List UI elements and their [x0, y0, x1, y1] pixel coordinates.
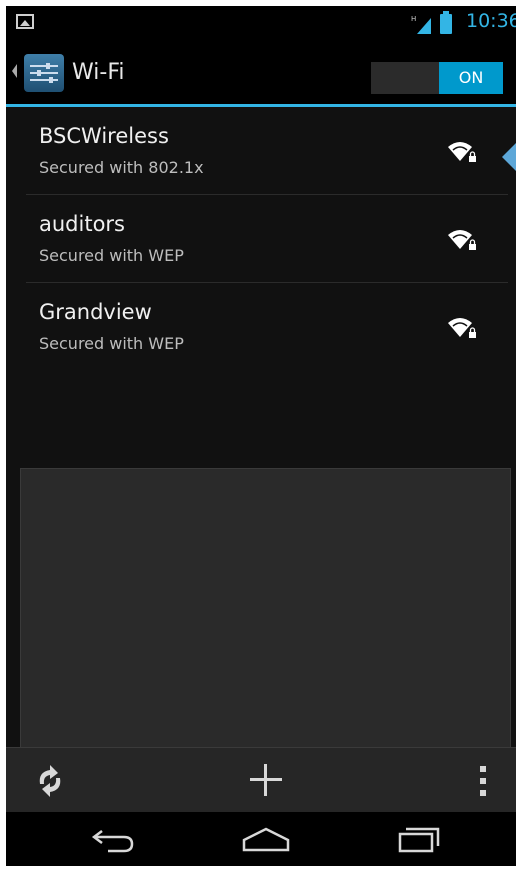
refresh-icon[interactable] [32, 764, 68, 798]
page-title: Wi-Fi [72, 60, 125, 85]
network-name: BSCWireless [39, 124, 169, 148]
status-time: 10:36 [466, 10, 516, 32]
wifi-locked-icon [448, 230, 476, 250]
network-type-label: H [411, 15, 416, 23]
wifi-locked-icon [448, 142, 476, 162]
bottom-action-bar [6, 747, 516, 812]
settings-app-icon[interactable] [24, 54, 64, 92]
up-chevron-icon[interactable] [12, 64, 17, 78]
navigation-bar [6, 812, 516, 866]
status-bar: H 10:36 [6, 6, 516, 40]
wifi-toggle-on-label: ON [439, 62, 503, 94]
network-item[interactable]: BSCWireless Secured with 802.1x [6, 107, 516, 194]
back-icon[interactable] [90, 826, 138, 854]
network-name: Grandview [39, 300, 152, 324]
overflow-menu-icon[interactable] [478, 765, 488, 797]
network-list: BSCWireless Secured with 802.1x auditors… [6, 107, 516, 824]
action-bar: Wi-Fi ON [6, 40, 516, 107]
wifi-toggle[interactable]: ON [371, 62, 503, 94]
network-security: Secured with 802.1x [39, 158, 204, 177]
network-security: Secured with WEP [39, 334, 184, 353]
wifi-locked-icon [448, 318, 476, 338]
network-security: Secured with WEP [39, 246, 184, 265]
signal-icon: H [411, 15, 431, 34]
add-icon[interactable] [248, 762, 284, 798]
screen: H 10:36 Wi-Fi ON BSCWireless Secured wit… [6, 6, 516, 866]
selected-indicator [502, 143, 516, 171]
gallery-icon [16, 14, 34, 29]
network-item[interactable]: auditors Secured with WEP [6, 195, 516, 282]
battery-icon [440, 11, 452, 34]
recent-apps-icon[interactable] [396, 824, 442, 854]
home-icon[interactable] [240, 826, 292, 854]
network-item[interactable]: Grandview Secured with WEP [6, 283, 516, 370]
network-name: auditors [39, 212, 125, 236]
